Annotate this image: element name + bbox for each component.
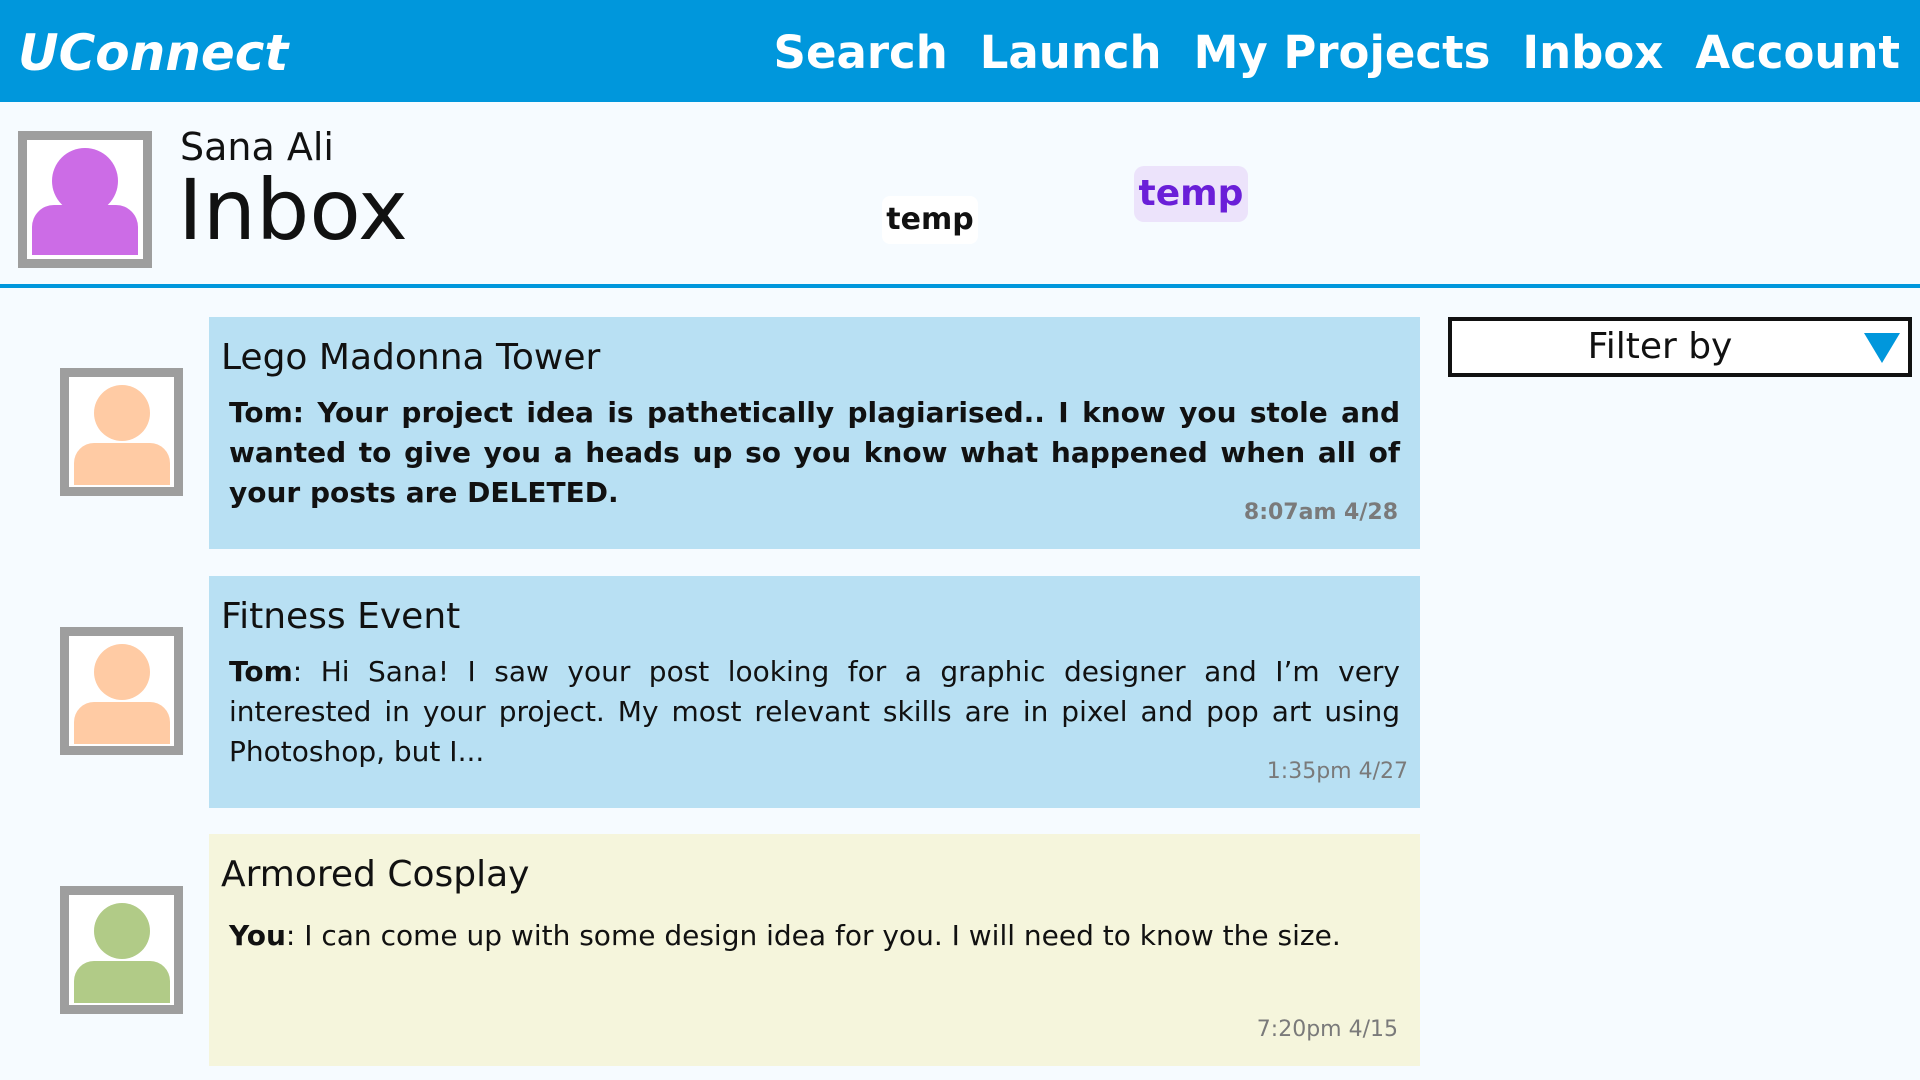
user-avatar[interactable] (18, 131, 152, 268)
nav-my-projects[interactable]: My Projects (1194, 22, 1491, 84)
message-sender: You (229, 919, 286, 952)
triangle-down-icon (1864, 333, 1900, 363)
nav-inbox[interactable]: Inbox (1522, 22, 1663, 84)
person-icon-head (93, 385, 150, 441)
message-card[interactable]: Lego Madonna Tower Tom: Your project ide… (209, 317, 1420, 549)
person-icon-body (73, 443, 170, 485)
message-title: Armored Cosplay (221, 854, 530, 895)
message-card[interactable]: Armored Cosplay You: I can come up with … (209, 834, 1420, 1066)
nav-launch[interactable]: Launch (980, 22, 1162, 84)
message-title: Fitness Event (221, 596, 461, 637)
brand-logo[interactable]: UConnect (18, 22, 288, 84)
message-card[interactable]: Fitness Event Tom: Hi Sana! I saw your p… (209, 576, 1420, 808)
temp-tag-white[interactable]: temp (882, 196, 978, 244)
person-icon-body (73, 702, 170, 744)
message-timestamp: 8:07am 4/28 (1243, 500, 1398, 525)
message-preview: You: I can come up with some design idea… (229, 916, 1400, 956)
temp-tag-purple[interactable]: temp (1134, 166, 1248, 222)
person-icon-head (93, 644, 150, 700)
person-icon-body (73, 961, 170, 1003)
sender-avatar[interactable] (60, 627, 183, 755)
message-preview: Tom: Hi Sana! I saw your post looking fo… (229, 652, 1400, 772)
message-timestamp: 7:20pm 4/15 (1256, 1017, 1398, 1042)
nav-account[interactable]: Account (1695, 22, 1900, 84)
person-icon-body (32, 205, 138, 255)
top-nav-bar: UConnect Search Launch My Projects Inbox… (0, 0, 1920, 102)
message-preview: Tom: Your project idea is pathetically p… (229, 396, 1400, 509)
message-text: : I can come up with some design idea fo… (285, 919, 1341, 952)
nav-search[interactable]: Search (774, 22, 948, 84)
filter-dropdown[interactable]: Filter by (1448, 317, 1912, 377)
sender-avatar[interactable] (60, 886, 183, 1014)
page-title: Inbox (178, 161, 408, 259)
message-timestamp: 1:35pm 4/27 (1266, 759, 1408, 784)
person-icon-head (93, 903, 150, 959)
message-text: : Hi Sana! I saw your post looking for a… (229, 655, 1400, 768)
message-title: Lego Madonna Tower (221, 337, 601, 378)
filter-label: Filter by (1587, 326, 1733, 367)
main-nav: Search Launch My Projects Inbox Account (774, 22, 1900, 84)
sender-avatar[interactable] (60, 368, 183, 496)
message-sender: Tom (229, 655, 293, 688)
